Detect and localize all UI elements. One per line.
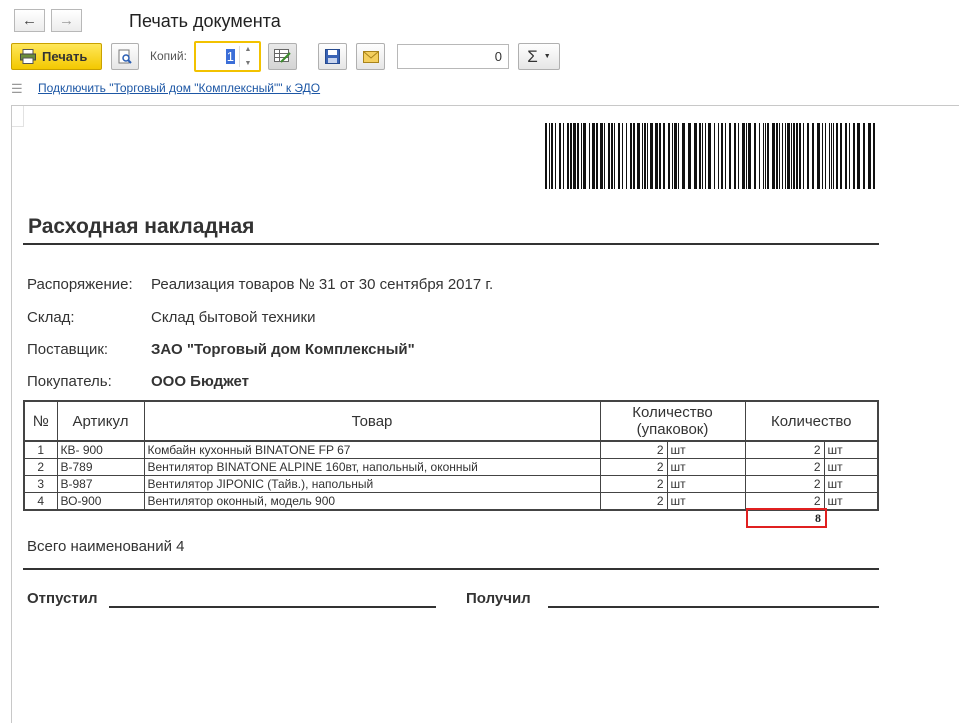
sum-button[interactable]: Σ ▼ — [518, 43, 560, 70]
forward-button[interactable]: → — [51, 9, 82, 32]
row-unit: шт — [823, 475, 879, 493]
column-header-article: Артикул — [56, 400, 145, 442]
document-list-icon: ☰ — [11, 81, 23, 96]
sigma-icon: Σ — [527, 46, 538, 66]
supplier-label: Поставщик: — [27, 341, 109, 358]
row-qty-pack: 2 — [599, 458, 668, 476]
row-article: КВ- 900 — [56, 440, 145, 459]
items-table: № Артикул Товар Количество (упаковок) Кол… — [23, 400, 879, 511]
supplier-value: ЗАО "Торговый дом Комплексный" — [151, 341, 415, 358]
table-row: 1 КВ- 900 Комбайн кухонный BINATONE FP 6… — [23, 440, 879, 459]
row-product: Комбайн кухонный BINATONE FP 67 — [143, 440, 601, 459]
title-underline — [23, 243, 879, 245]
row-product: Вентилятор оконный, модель 900 — [143, 492, 601, 511]
row-qty-pack: 2 — [599, 492, 668, 511]
arrow-right-icon: → — [59, 12, 74, 29]
buyer-value: ООО Бюджет — [151, 373, 250, 390]
row-product: Вентилятор JIPONIC (Тайв.), напольный — [143, 475, 601, 493]
row-article: В-789 — [56, 458, 145, 476]
preview-magnifier-icon — [118, 49, 132, 64]
row-qty: 2 — [744, 458, 825, 476]
column-header-qty: Количество — [744, 400, 879, 442]
row-unit: шт — [823, 440, 879, 459]
arrow-left-icon: ← — [22, 12, 37, 29]
chevron-down-icon: ▼ — [543, 53, 551, 60]
row-unit: шт — [823, 458, 879, 476]
preview-button[interactable] — [111, 43, 139, 70]
row-qty-pack: 2 — [599, 440, 668, 459]
row-unit: шт — [823, 492, 879, 511]
column-header-product: Товар — [143, 400, 601, 442]
released-label: Отпустил — [27, 590, 98, 607]
items-summary: Всего наименований 4 — [27, 538, 185, 555]
copies-stepper[interactable]: ▲ ▼ — [239, 46, 256, 67]
barcode — [545, 123, 875, 189]
table-edit-icon — [274, 49, 291, 63]
document-frame-top — [11, 105, 959, 106]
window-title: Печать документа — [129, 11, 281, 31]
order-value: Реализация товаров № 31 от 30 сентября 2… — [151, 276, 494, 293]
spin-up-icon[interactable]: ▲ — [245, 46, 252, 53]
row-unit-pack: шт — [666, 492, 746, 511]
row-num: 4 — [23, 492, 58, 511]
print-button-label: Печать — [42, 49, 88, 64]
printer-icon — [20, 49, 36, 64]
warehouse-value: Склад бытовой техники — [151, 309, 316, 326]
column-header-qty-pack: Количество (упаковок) — [599, 400, 746, 442]
row-article: ВО-900 — [56, 492, 145, 511]
edit-button[interactable] — [268, 43, 297, 70]
released-signature-line — [109, 606, 436, 608]
row-num: 1 — [23, 440, 58, 459]
signature-separator — [23, 568, 879, 570]
row-num: 2 — [23, 458, 58, 476]
row-product: Вентилятор BINATONE ALPINE 160вт, наполь… — [143, 458, 601, 476]
row-unit-pack: шт — [666, 475, 746, 493]
document-frame-left — [11, 105, 12, 723]
connect-edo-link[interactable]: Подключить "Торговый дом "Комплексный"" … — [38, 81, 320, 95]
back-button[interactable]: ← — [14, 9, 45, 32]
document-title: Расходная накладная — [28, 215, 255, 238]
email-button[interactable] — [356, 43, 385, 70]
copies-label: Копий: — [150, 49, 187, 63]
row-unit-pack: шт — [666, 440, 746, 459]
cell-marker — [12, 106, 24, 127]
counter-field[interactable]: 0 — [397, 44, 509, 69]
received-signature-line — [548, 606, 879, 608]
qty-pack-header-line2: (упаковок) — [636, 421, 709, 438]
row-qty: 2 — [744, 475, 825, 493]
received-label: Получил — [466, 590, 531, 607]
warehouse-label: Склад: — [27, 309, 75, 326]
qty-pack-header-line1: Количество — [632, 404, 713, 421]
row-unit-pack: шт — [666, 458, 746, 476]
print-button[interactable]: Печать — [11, 43, 102, 70]
row-qty-pack: 2 — [599, 475, 668, 493]
table-row: 2 В-789 Вентилятор BINATONE ALPINE 160вт… — [23, 458, 879, 476]
order-label: Распоряжение: — [27, 276, 133, 293]
copies-input[interactable]: 1 ▲ ▼ — [194, 41, 261, 72]
column-header-num: № — [23, 400, 58, 442]
row-qty: 2 — [744, 440, 825, 459]
copies-value: 1 — [225, 49, 235, 64]
envelope-icon — [362, 50, 379, 63]
total-quantity-cell[interactable]: 8 — [746, 508, 827, 528]
table-header-row: № Артикул Товар Количество (упаковок) Кол… — [23, 400, 879, 442]
row-num: 3 — [23, 475, 58, 493]
row-article: В-987 — [56, 475, 145, 493]
buyer-label: Покупатель: — [27, 373, 112, 390]
floppy-disk-icon — [325, 49, 340, 64]
spin-down-icon[interactable]: ▼ — [245, 60, 252, 67]
table-row: 3 В-987 Вентилятор JIPONIC (Тайв.), напо… — [23, 475, 879, 493]
save-button[interactable] — [318, 43, 347, 70]
